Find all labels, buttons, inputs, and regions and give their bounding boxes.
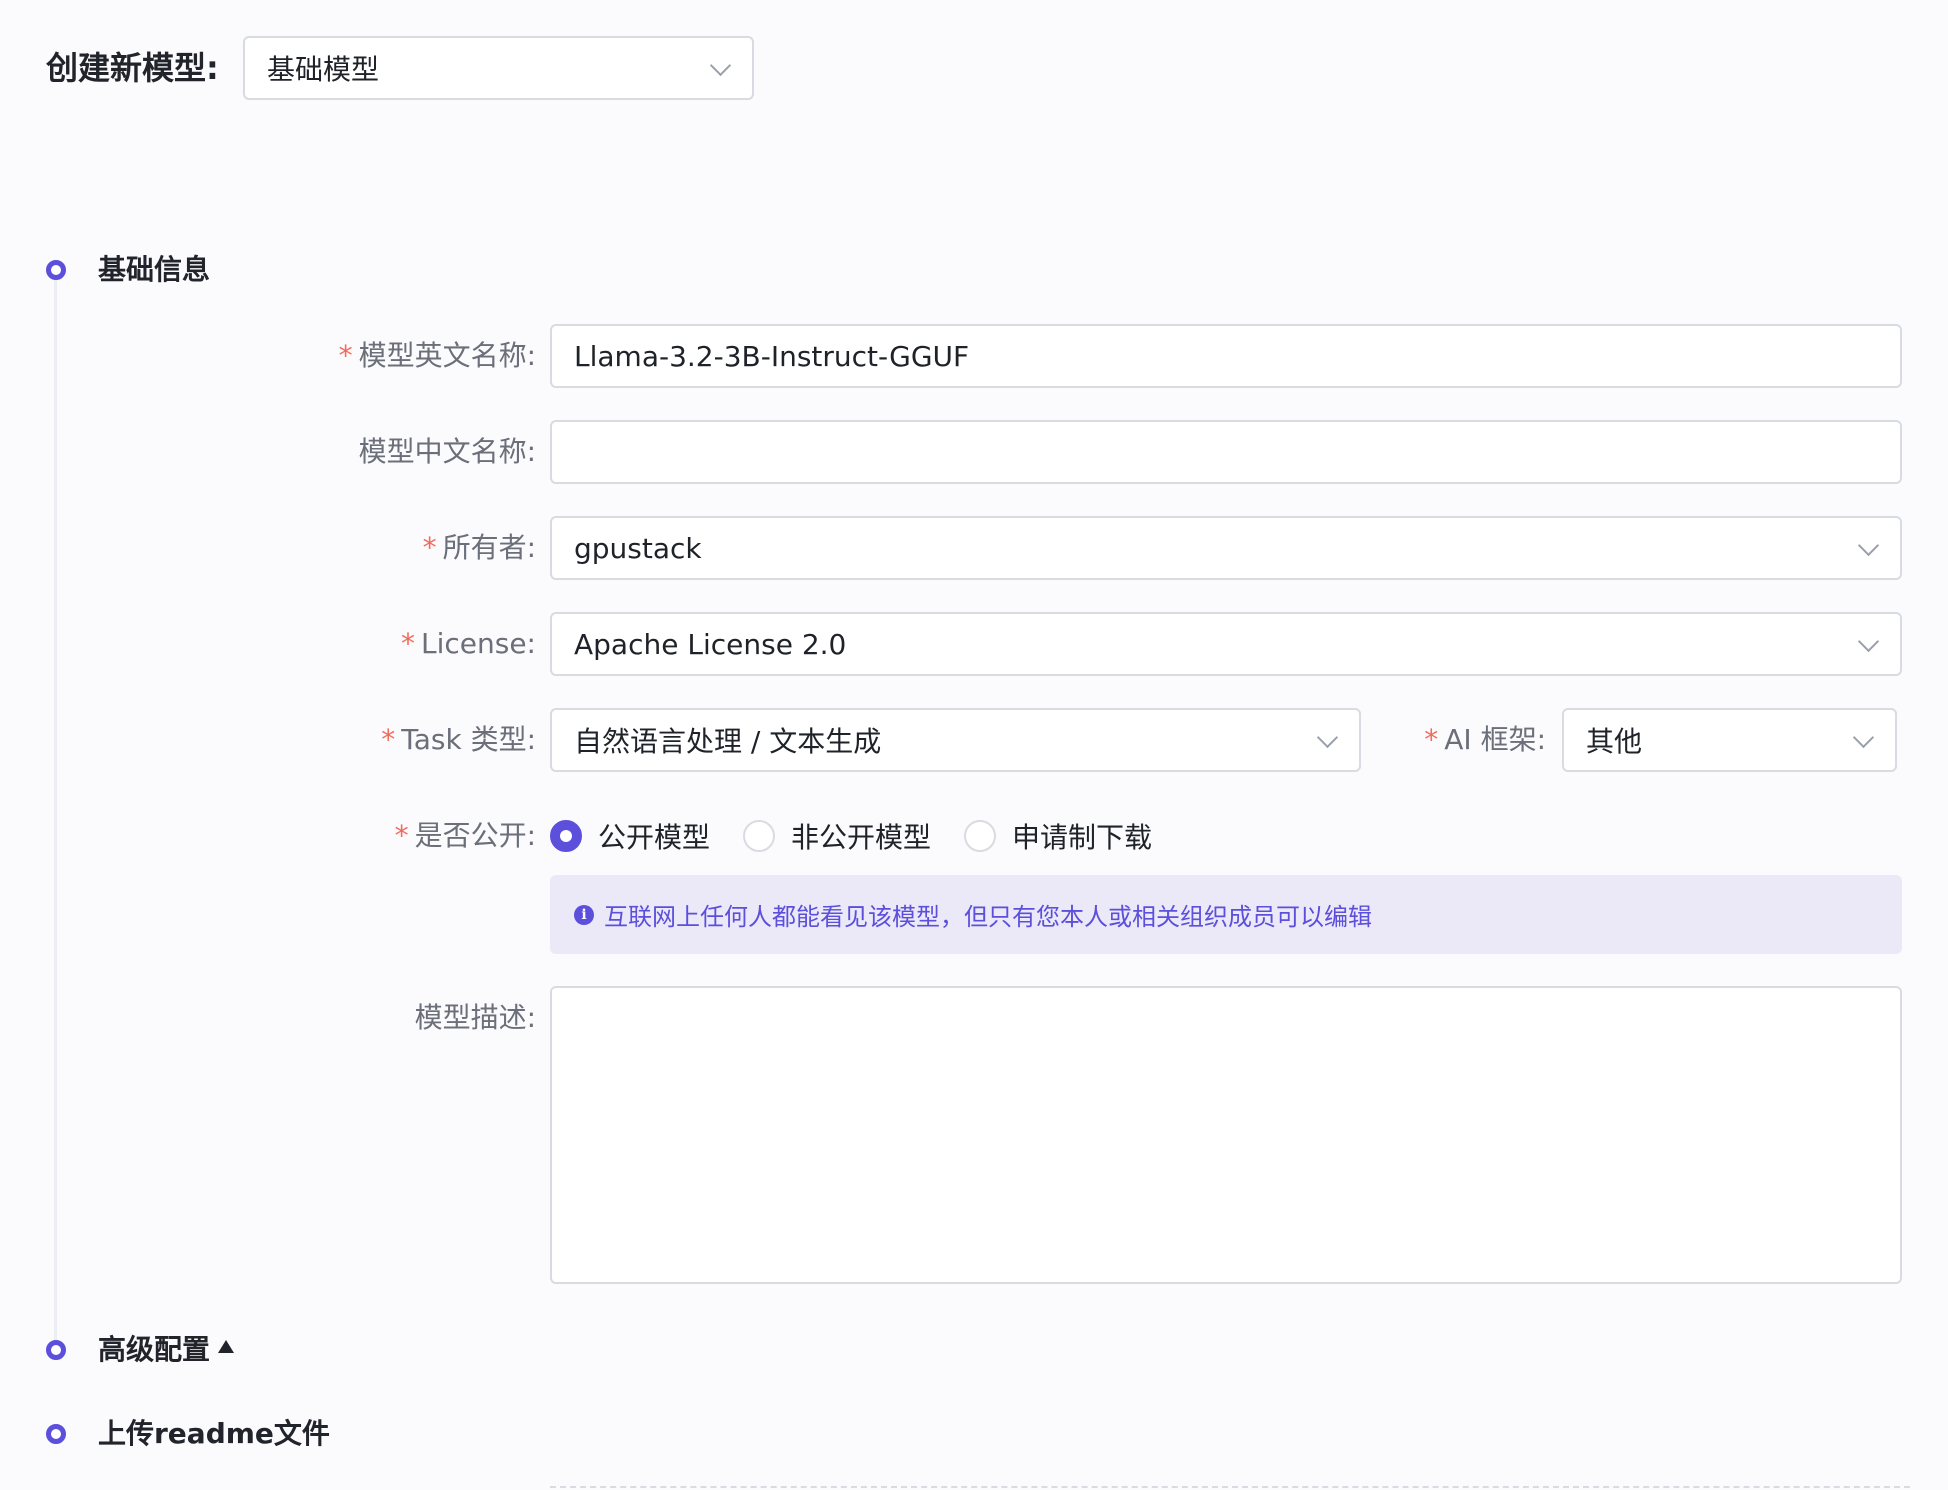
radio-unchecked-icon[interactable] [964, 820, 997, 852]
public-info-alert: i 互联网上任何人都能看见该模型，但只有您本人或相关组织成员可以编辑 [550, 875, 1902, 954]
create-model-label: 创建新模型: [46, 49, 219, 87]
model-type-select[interactable]: 基础模型 [243, 36, 754, 100]
chevron-down-icon [1853, 730, 1873, 750]
radio-apply-download[interactable]: 申请制下载 [964, 816, 1152, 856]
chevron-down-icon [1858, 538, 1878, 558]
task-type-label: * Task 类型: [136, 720, 536, 760]
en-name-label: * 模型英文名称: [136, 336, 536, 376]
framework-value: 其他 [1586, 725, 1643, 758]
license-select[interactable]: Apache License 2.0 [550, 612, 1902, 676]
timeline-dot-icon [46, 1424, 66, 1444]
framework-label-text: AI 框架: [1444, 723, 1546, 756]
owner-select[interactable]: gpustack [550, 516, 1902, 580]
required-mark: * [401, 627, 415, 660]
required-mark: * [381, 723, 396, 756]
required-mark: * [338, 339, 353, 372]
info-icon: i [574, 904, 594, 925]
required-mark: * [1424, 723, 1439, 756]
section-advanced-config-label: 高级配置 [98, 1333, 211, 1366]
license-value: Apache License 2.0 [574, 627, 847, 661]
upload-dropzone-edge[interactable] [550, 1486, 1910, 1490]
timeline-dot-icon [46, 1340, 66, 1360]
owner-value: gpustack [574, 531, 702, 565]
en-name-label-text: 模型英文名称: [358, 339, 536, 372]
radio-apply-download-label: 申请制下载 [1012, 821, 1153, 854]
framework-label: * AI 框架: [1146, 720, 1546, 760]
section-advanced-config[interactable]: 高级配置 [98, 1330, 235, 1370]
timeline-line [54, 270, 57, 1350]
chevron-down-icon [710, 58, 730, 78]
timeline-dot-icon [46, 260, 66, 280]
radio-public-label: 公开模型 [598, 821, 711, 854]
radio-private-label: 非公开模型 [791, 821, 932, 854]
cn-name-input[interactable] [550, 420, 1902, 484]
chevron-down-icon [1858, 634, 1878, 654]
desc-label: 模型描述: [414, 1001, 536, 1034]
radio-checked-icon[interactable] [550, 820, 582, 852]
desc-textarea[interactable] [550, 986, 1902, 1284]
owner-label: * 所有者: [136, 528, 536, 568]
required-mark: * [422, 531, 437, 564]
section-basic-info: 基础信息 [98, 253, 211, 286]
radio-unchecked-icon[interactable] [743, 820, 776, 852]
license-label: * License: [136, 624, 536, 664]
radio-private[interactable]: 非公开模型 [743, 816, 931, 856]
license-label-text: License: [421, 627, 536, 660]
public-radio-group: 公开模型 非公开模型 申请制下载 [550, 816, 1182, 856]
section-upload-readme: 上传readme文件 [98, 1417, 330, 1450]
task-type-label-text: Task 类型: [401, 723, 536, 756]
owner-label-text: 所有者: [442, 531, 536, 564]
en-name-input[interactable]: Llama-3.2-3B-Instruct-GGUF [550, 324, 1902, 388]
framework-select[interactable]: 其他 [1562, 708, 1897, 772]
public-label: * 是否公开: [136, 816, 536, 856]
required-mark: * [394, 819, 409, 852]
task-type-value: 自然语言处理 / 文本生成 [574, 725, 882, 758]
public-info-text: 互联网上任何人都能看见该模型，但只有您本人或相关组织成员可以编辑 [604, 903, 1372, 931]
model-type-value: 基础模型 [267, 53, 380, 86]
cn-name-label: 模型中文名称: [358, 435, 536, 468]
radio-public[interactable]: 公开模型 [550, 816, 710, 856]
caret-up-icon[interactable] [218, 1340, 235, 1353]
public-label-text: 是否公开: [414, 819, 536, 852]
